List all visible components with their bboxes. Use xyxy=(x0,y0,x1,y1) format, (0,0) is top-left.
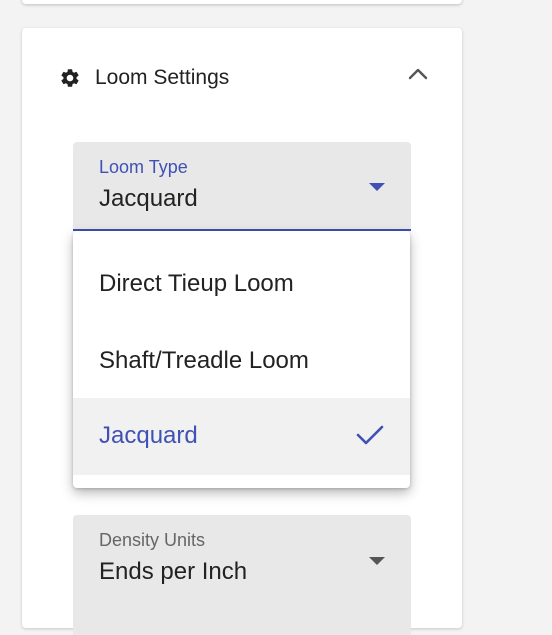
checkmark-icon xyxy=(356,425,384,445)
loom-type-menu: Direct Tieup Loom Shaft/Treadle Loom Jac… xyxy=(73,231,410,488)
loom-settings-title: Loom Settings xyxy=(95,66,230,89)
menu-item-direct-tieup-loom[interactable]: Direct Tieup Loom xyxy=(73,246,410,323)
menu-item-label: Jacquard xyxy=(99,422,198,449)
chevron-up-icon[interactable] xyxy=(404,62,432,86)
density-units-value: Ends per Inch xyxy=(99,558,248,585)
loom-type-select[interactable]: Loom Type Jacquard xyxy=(73,142,411,231)
loom-type-value: Jacquard xyxy=(99,185,198,212)
previous-panel xyxy=(22,0,462,4)
loom-type-label: Loom Type xyxy=(99,157,188,177)
density-units-select[interactable]: Density Units Ends per Inch xyxy=(73,515,411,635)
menu-item-label: Shaft/Treadle Loom xyxy=(99,347,309,374)
dropdown-arrow-icon xyxy=(369,183,385,191)
loom-settings-header[interactable]: Loom Settings xyxy=(22,28,462,128)
density-units-label: Density Units xyxy=(99,530,206,550)
gear-icon xyxy=(61,69,79,87)
dropdown-arrow-icon xyxy=(369,557,385,565)
menu-item-jacquard[interactable]: Jacquard xyxy=(73,398,410,475)
menu-item-label: Direct Tieup Loom xyxy=(99,270,294,297)
menu-item-shaft-treadle-loom[interactable]: Shaft/Treadle Loom xyxy=(73,323,410,400)
